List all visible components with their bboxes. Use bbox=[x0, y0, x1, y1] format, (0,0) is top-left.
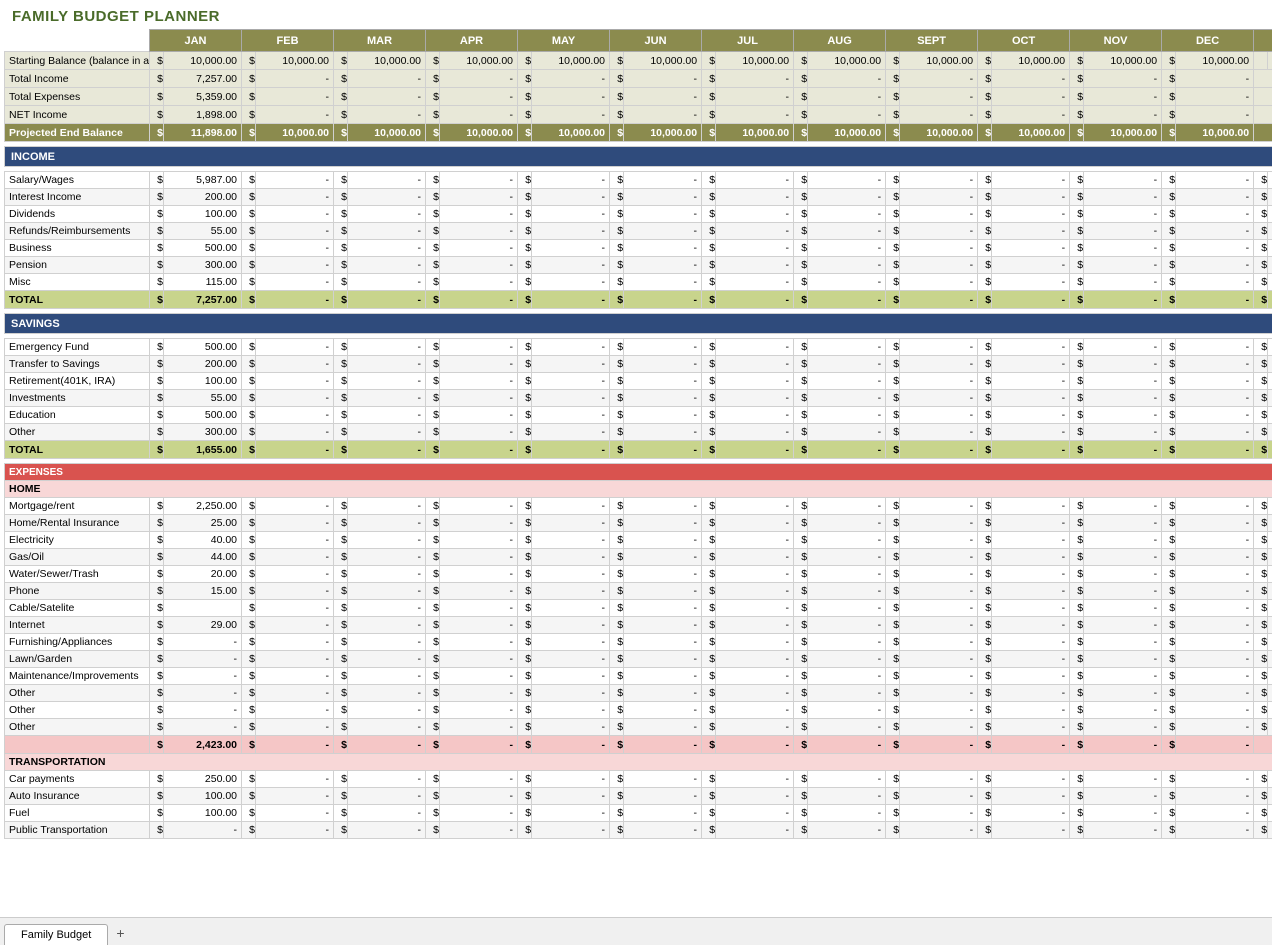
sb-feb[interactable]: 10,000.00 bbox=[256, 52, 334, 70]
savings-section-header: SAVINGS bbox=[5, 314, 1272, 334]
sept-header: SEPT bbox=[886, 30, 978, 52]
savings-education-row: Education $500.00 $- $- $- $- $- $- $- $… bbox=[5, 407, 1272, 424]
expense-home-other2-row: Other $- $- $- $- $- $- $- $- $- $- $- $… bbox=[5, 702, 1272, 719]
savings-total-row: TOTAL $1,655.00 $- $- $- $- $- $- $- $- … bbox=[5, 441, 1272, 459]
savings-investments-row: Investments $55.00 $- $- $- $- $- $- $- … bbox=[5, 390, 1272, 407]
apr-header: APR bbox=[426, 30, 518, 52]
income-total-row: TOTAL $7,257.00 $- $- $- $- $- $- $- $- … bbox=[5, 291, 1272, 309]
home-total-row: $2,423.00 $- $- $- $- $- $- $- $- $- $- … bbox=[5, 736, 1272, 754]
expenses-section-header: EXPENSES bbox=[5, 464, 1272, 481]
oct-header: OCT bbox=[978, 30, 1070, 52]
income-row-pension: Pension $300.00 $- $- $- $- $- $- $- $- … bbox=[5, 257, 1272, 274]
income-total-label: TOTAL bbox=[5, 291, 150, 309]
add-tab-icon: + bbox=[116, 925, 124, 941]
expense-home-other3-row: Other $- $- $- $- $- $- $- $- $- $- $- $… bbox=[5, 719, 1272, 736]
jul-header: JUL bbox=[702, 30, 794, 52]
expense-furnishing-row: Furnishing/Appliances $- $- $- $- $- $- … bbox=[5, 634, 1272, 651]
page-title: FAMILY BUDGET PLANNER bbox=[12, 8, 1260, 25]
tab-bar: Family Budget + bbox=[0, 917, 1272, 945]
expense-carpayments-row: Car payments $250.00 $- $- $- $- $- $- $… bbox=[5, 771, 1272, 788]
expense-internet-row: Internet $29.00 $- $- $- $- $- $- $- $- … bbox=[5, 617, 1272, 634]
expense-home-other1-row: Other $- $- $- $- $- $- $- $- $- $- $- $… bbox=[5, 685, 1272, 702]
starting-balance-label: Starting Balance (balance in acct) bbox=[5, 52, 150, 70]
expense-autoinsurance-row: Auto Insurance $100.00 $- $- $- $- $- $-… bbox=[5, 788, 1272, 805]
header-row: JAN FEB MAR APR MAY JUN JUL AUG SEPT OCT… bbox=[5, 30, 1272, 52]
expense-gasoil-row: Gas/Oil $44.00 $- $- $- $- $- $- $- $- $… bbox=[5, 549, 1272, 566]
transportation-subsection-header: TRANSPORTATION bbox=[5, 754, 1272, 771]
feb-header: FEB bbox=[242, 30, 334, 52]
starting-balance-row: Starting Balance (balance in acct) $ 10,… bbox=[5, 52, 1272, 70]
may-header: MAY bbox=[518, 30, 610, 52]
aug-header: AUG bbox=[794, 30, 886, 52]
app-container: FAMILY BUDGET PLANNER bbox=[0, 0, 1272, 945]
savings-other-row: Other $300.00 $- $- $- $- $- $- $- $- $-… bbox=[5, 424, 1272, 441]
sb-jan[interactable]: 10,000.00 bbox=[164, 52, 242, 70]
income-row-refunds: Refunds/Reimbursements $55.00 $- $- $- $… bbox=[5, 223, 1272, 240]
savings-retirement-row: Retirement(401K, IRA) $100.00 $- $- $- $… bbox=[5, 373, 1272, 390]
total-expenses-row: Total Expenses $ 5,359.00 $ - $ - $ - $ … bbox=[5, 88, 1272, 106]
expense-water-row: Water/Sewer/Trash $20.00 $- $- $- $- $- … bbox=[5, 566, 1272, 583]
nov-header: NOV bbox=[1070, 30, 1162, 52]
expense-lawn-row: Lawn/Garden $- $- $- $- $- $- $- $- $- $… bbox=[5, 651, 1272, 668]
add-tab-button[interactable]: + bbox=[108, 921, 132, 945]
total-income-row: Total Income $ 7,257.00 $ - $ - $ - $ - … bbox=[5, 70, 1272, 88]
expense-mortgage-row: Mortgage/rent $2,250.00 $- $- $- $- $- $… bbox=[5, 498, 1272, 515]
expense-home-insurance-row: Home/Rental Insurance $25.00 $- $- $- $-… bbox=[5, 515, 1272, 532]
total-income-label: Total Income bbox=[5, 70, 150, 88]
net-income-label: NET Income bbox=[5, 106, 150, 124]
jan-header: JAN bbox=[150, 30, 242, 52]
expense-fuel-row: Fuel $100.00 $- $- $- $- $- $- $- $- $- … bbox=[5, 805, 1272, 822]
title-bar: FAMILY BUDGET PLANNER bbox=[0, 0, 1272, 29]
income-row-misc: Misc $115.00 $- $- $- $- $- $- $- $- $- … bbox=[5, 274, 1272, 291]
savings-transfer-row: Transfer to Savings $200.00 $- $- $- $- … bbox=[5, 356, 1272, 373]
family-budget-tab[interactable]: Family Budget bbox=[4, 924, 108, 945]
salary-label: Salary/Wages bbox=[5, 172, 150, 189]
total-expenses-label: Total Expenses bbox=[5, 88, 150, 106]
income-row-business: Business $500.00 $- $- $- $- $- $- $- $-… bbox=[5, 240, 1272, 257]
savings-emergency-row: Emergency Fund $500.00 $- $- $- $- $- $-… bbox=[5, 339, 1272, 356]
income-section-header: INCOME bbox=[5, 147, 1272, 167]
yearly-header bbox=[1254, 30, 1272, 52]
label-header bbox=[5, 30, 150, 52]
income-row-salary: Salary/Wages $ 5,987.00 $- $- $- $- $- $… bbox=[5, 172, 1272, 189]
home-subsection-header: HOME bbox=[5, 481, 1272, 498]
spreadsheet-area[interactable]: JAN FEB MAR APR MAY JUN JUL AUG SEPT OCT… bbox=[0, 29, 1272, 917]
dec-header: DEC bbox=[1162, 30, 1254, 52]
income-row-interest: Interest Income $200.00 $- $- $- $- $- $… bbox=[5, 189, 1272, 206]
jun-header: JUN bbox=[610, 30, 702, 52]
tab-label: Family Budget bbox=[21, 929, 91, 941]
income-row-dividends: Dividends $100.00 $- $- $- $- $- $- $- $… bbox=[5, 206, 1272, 223]
net-income-row: NET Income $ 1,898.00 $ - $ - $ - $ - $ … bbox=[5, 106, 1272, 124]
mar-header: MAR bbox=[334, 30, 426, 52]
projected-balance-row: Projected End Balance $ 11,898.00 $ 10,0… bbox=[5, 124, 1272, 142]
budget-table: JAN FEB MAR APR MAY JUN JUL AUG SEPT OCT… bbox=[4, 29, 1272, 839]
expense-electricity-row: Electricity $40.00 $- $- $- $- $- $- $- … bbox=[5, 532, 1272, 549]
expense-publictransport-row: Public Transportation $- $- $- $- $- $- … bbox=[5, 822, 1272, 839]
expense-cable-row: Cable/Satelite $ $- $- $- $- $- $- $- $-… bbox=[5, 600, 1272, 617]
projected-label: Projected End Balance bbox=[5, 124, 150, 142]
income-section-label: INCOME bbox=[5, 147, 1272, 167]
expense-phone-row: Phone $15.00 $- $- $- $- $- $- $- $- $- … bbox=[5, 583, 1272, 600]
sb-dollar-jan: $ bbox=[150, 52, 164, 70]
expense-maintenance-row: Maintenance/Improvements $- $- $- $- $- … bbox=[5, 668, 1272, 685]
